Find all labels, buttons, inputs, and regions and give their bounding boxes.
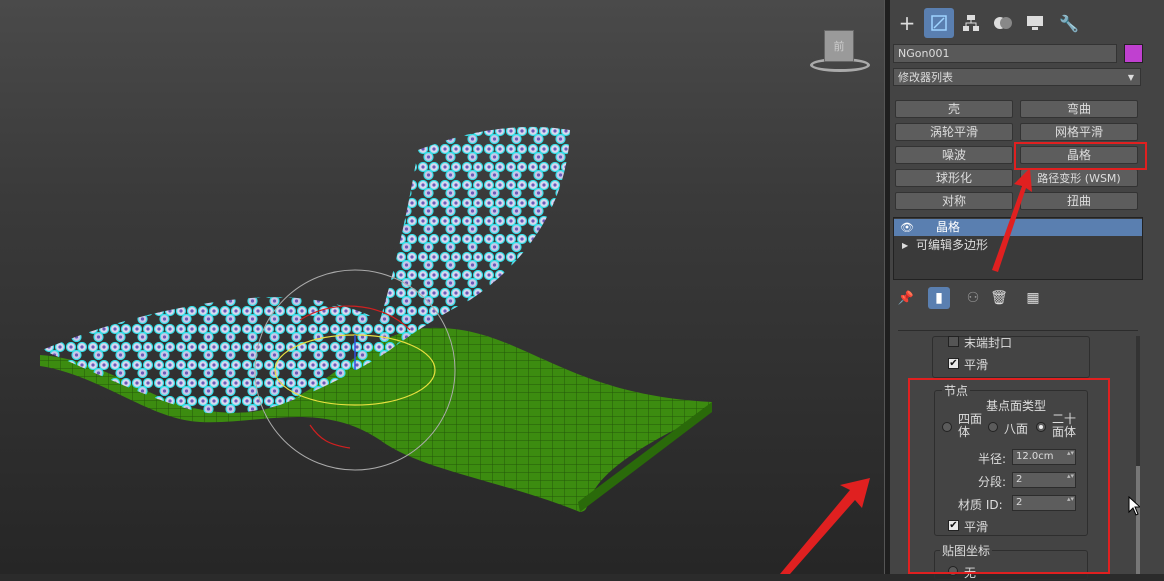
- command-panel: + 🔧 NGon001 修改器列表 ▼ 壳 弯曲 涡轮平滑 网格平滑 噪波 晶格…: [890, 0, 1164, 580]
- panel-scrollbar[interactable]: [1136, 336, 1140, 574]
- scrollbar-thumb[interactable]: [1136, 466, 1140, 574]
- end-caps-checkbox[interactable]: [948, 336, 959, 347]
- smooth-label-1: 平滑: [964, 358, 989, 372]
- trash-icon[interactable]: 🗑: [988, 287, 1010, 309]
- smooth-checkbox-1[interactable]: ✔: [948, 358, 959, 369]
- end-caps-label: 末端封口: [964, 336, 1013, 350]
- perspective-viewport[interactable]: 前: [0, 0, 884, 574]
- annotation-arrow-bottom: [780, 478, 870, 574]
- make-unique-icon[interactable]: ⚇: [962, 287, 984, 309]
- mouse-cursor-icon: [1128, 496, 1140, 516]
- configure-sets-icon[interactable]: ▦: [1022, 287, 1044, 309]
- pin-stack-icon[interactable]: 📌: [895, 287, 917, 309]
- show-end-result-icon[interactable]: ▮: [928, 287, 950, 309]
- highlight-box-nodes: [908, 378, 1110, 574]
- divider: [898, 330, 1138, 331]
